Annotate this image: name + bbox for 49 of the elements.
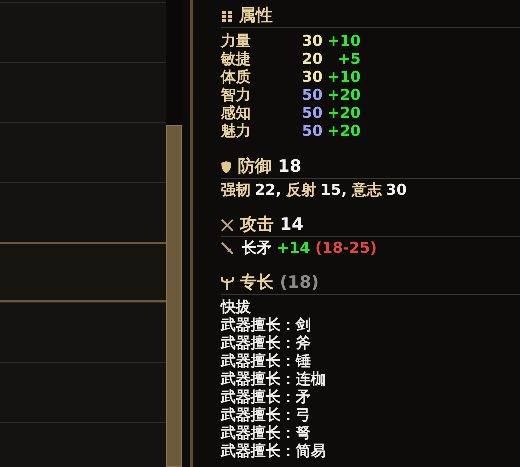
defense-number: 22, bbox=[255, 181, 282, 199]
perk-item: 武器擅长：弩 bbox=[221, 424, 312, 442]
perk-item: 武器擅长：连枷 bbox=[221, 370, 327, 388]
attack-value: 14 bbox=[280, 216, 304, 234]
shield-icon bbox=[221, 160, 232, 174]
scrollbar-thumb[interactable] bbox=[166, 125, 182, 467]
section-title: 属性 bbox=[239, 7, 273, 25]
defense-label: 反射 bbox=[286, 181, 317, 199]
defense-number: 30 bbox=[386, 181, 408, 199]
attribute-value: 50 bbox=[301, 86, 323, 104]
perk-item: 快拔 bbox=[221, 298, 252, 316]
attribute-bonus: +5 bbox=[336, 50, 361, 68]
perk-item: 武器擅长：简易 bbox=[221, 442, 327, 460]
defense-value: 18 bbox=[278, 158, 302, 176]
attribute-value: 50 bbox=[301, 104, 323, 122]
attribute-bonus: +20 bbox=[326, 122, 361, 140]
defense-label: 意志 bbox=[352, 181, 382, 199]
attribute-value: 30 bbox=[301, 68, 323, 86]
weapon-bonus: +14 bbox=[277, 239, 310, 257]
defense-number: 15, bbox=[320, 181, 348, 199]
attribute-bonus: +10 bbox=[326, 32, 361, 50]
attribute-value: 30 bbox=[301, 32, 323, 50]
weapon-name: 长矛 bbox=[242, 239, 272, 257]
section-title: 专长 bbox=[240, 274, 274, 292]
attribute-name: 感知 bbox=[221, 104, 252, 122]
attribute-name: 体质 bbox=[221, 68, 252, 86]
attribute-name: 力量 bbox=[221, 32, 252, 50]
attribute-bonus: +10 bbox=[326, 68, 361, 86]
defense-label: 强韧 bbox=[221, 181, 251, 199]
perk-count: (18) bbox=[280, 274, 320, 292]
attribute-name: 魅力 bbox=[221, 122, 252, 140]
grid-icon bbox=[221, 10, 233, 22]
attribute-bonus: +20 bbox=[326, 104, 361, 122]
attribute-bonus: +20 bbox=[326, 86, 361, 104]
perk-item: 武器擅长：矛 bbox=[221, 388, 312, 406]
list-row[interactable] bbox=[0, 242, 166, 302]
weapon-damage: (18-25) bbox=[315, 239, 378, 257]
perk-item: 武器擅长：弓 bbox=[221, 406, 312, 424]
attribute-name: 智力 bbox=[221, 86, 252, 104]
section-title: 防御 bbox=[238, 158, 272, 176]
attribute-name: 敏捷 bbox=[221, 50, 252, 68]
trident-icon bbox=[221, 276, 234, 290]
perk-item: 武器擅长：斧 bbox=[221, 334, 312, 352]
section-title: 攻击 bbox=[240, 216, 274, 234]
sword-icon bbox=[221, 242, 234, 254]
attribute-value: 50 bbox=[301, 122, 323, 140]
attribute-value: 20 bbox=[301, 50, 323, 68]
perk-item: 武器擅长：锤 bbox=[221, 352, 312, 370]
perk-item: 武器擅长：剑 bbox=[221, 316, 312, 334]
